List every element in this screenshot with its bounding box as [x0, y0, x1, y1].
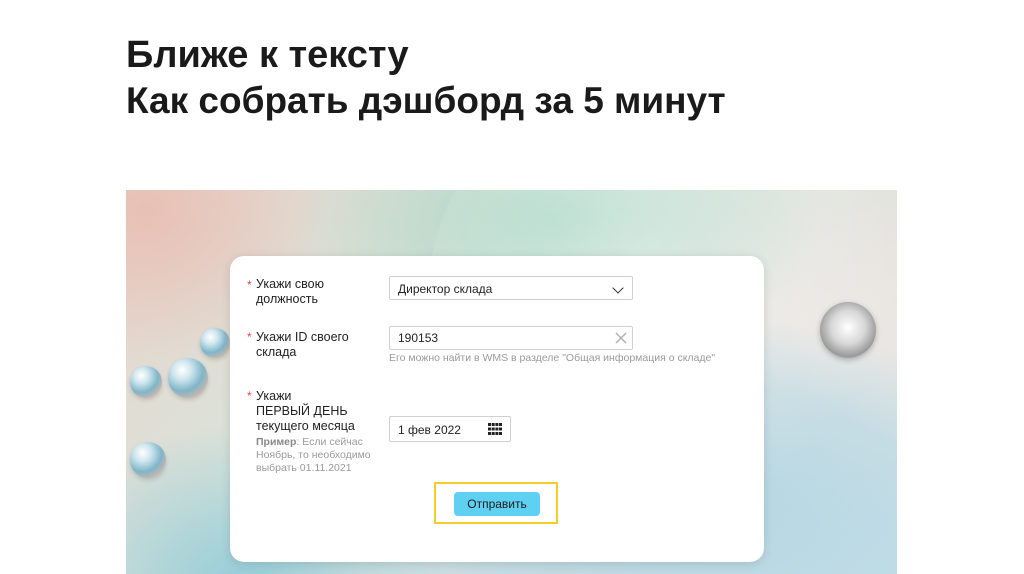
decorative-bubble [200, 328, 230, 358]
decorative-bubble [130, 366, 162, 398]
example-label: Пример [256, 436, 297, 448]
decorative-bubble [168, 358, 208, 398]
warehouse-id-hint: Его можно найти в WMS в разделе "Общая и… [389, 352, 716, 364]
warehouse-id-label-line: Укажи ID своего [256, 330, 349, 344]
slide-title: Ближе к тексту [126, 34, 409, 76]
position-label-line: Укажи свою [256, 277, 324, 291]
decorative-bubble [130, 442, 166, 478]
example-text: : Если сейчас [296, 436, 363, 448]
warehouse-id-input[interactable] [389, 326, 633, 350]
slide-subtitle: Как собрать дэшборд за 5 минут [126, 80, 726, 121]
required-mark: * [247, 330, 252, 344]
position-label-line: должность [256, 292, 318, 306]
position-select-value: Директор склада [398, 282, 493, 296]
first-day-label-line: текущего месяца [256, 419, 355, 433]
first-day-label: Укажи ПЕРВЫЙ ДЕНЬ текущего месяца [256, 389, 355, 434]
calendar-icon[interactable] [488, 423, 502, 435]
required-mark: * [247, 389, 252, 403]
example-text: Ноябрь, то необходимо [256, 449, 371, 461]
first-day-example: Пример: Если сейчас Ноябрь, то необходим… [256, 436, 386, 475]
first-day-label-line: Укажи [256, 389, 292, 403]
position-select[interactable]: Директор склада [389, 276, 633, 300]
decorative-metal-ball [820, 302, 876, 358]
first-day-label-line: ПЕРВЫЙ ДЕНЬ [256, 404, 348, 418]
chevron-down-icon[interactable] [612, 282, 624, 294]
required-mark: * [247, 278, 252, 292]
position-label: Укажи свою должность [256, 277, 324, 307]
submit-button[interactable]: Отправить [454, 492, 540, 516]
date-picker-value: 1 фев 2022 [398, 423, 461, 437]
date-picker[interactable]: 1 фев 2022 [389, 416, 511, 442]
example-text: выбрать 01.11.2021 [256, 462, 352, 474]
warehouse-id-label: Укажи ID своего склада [256, 330, 349, 360]
warehouse-id-label-line: склада [256, 345, 297, 359]
clear-icon[interactable] [614, 331, 628, 345]
